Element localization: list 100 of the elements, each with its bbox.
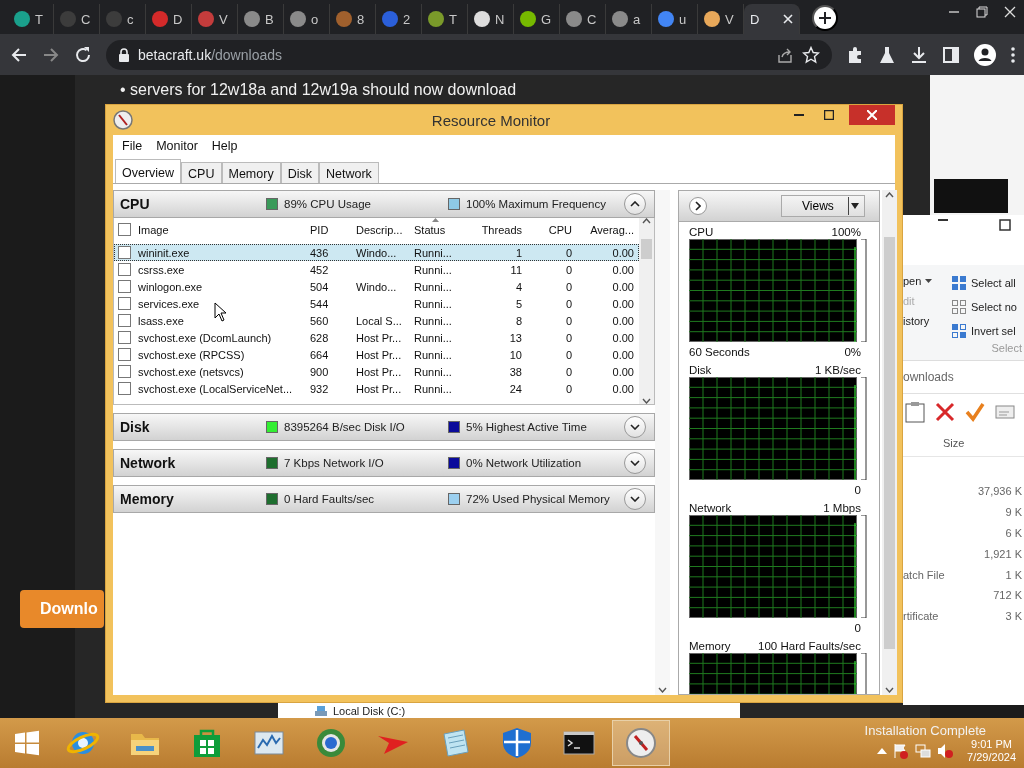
checkbox[interactable] — [118, 348, 131, 361]
tab[interactable]: Overview — [115, 159, 182, 183]
ribbon-command[interactable]: pen — [903, 275, 951, 287]
table-cell: 628 — [310, 331, 329, 344]
ribbon-command[interactable]: Select all — [951, 275, 1024, 291]
column-header[interactable]: PID — [310, 223, 329, 236]
column-header[interactable]: Threads — [481, 223, 522, 236]
table-cell: 436 — [310, 246, 329, 259]
checkbox[interactable] — [118, 331, 131, 344]
table-cell: Windo... — [356, 246, 397, 259]
side-panel-icon — [942, 45, 960, 64]
ribbon-command[interactable]: istory — [903, 315, 951, 327]
checkbox[interactable] — [118, 223, 131, 236]
checkbox[interactable] — [118, 263, 131, 276]
expand-panel-button[interactable] — [689, 197, 707, 215]
column-header[interactable]: Descrip... — [356, 223, 403, 236]
checkbox[interactable] — [118, 365, 131, 378]
show-hidden-icon — [877, 747, 888, 754]
graph-max-label: 1 Mbps — [823, 502, 861, 515]
graph-min-label: 0% — [844, 346, 861, 359]
process-row[interactable]: winlogon.exe 504 Windo... Runni... 4 0 0.00 — [114, 278, 639, 295]
column-header[interactable]: CPU — [548, 223, 572, 236]
round-logo-icon — [314, 726, 348, 760]
column-header[interactable]: Image — [138, 223, 169, 236]
checkbox[interactable] — [118, 246, 131, 259]
expand-toggle-button[interactable] — [624, 416, 646, 438]
process-row[interactable]: lsass.exe 560 Local S... Runni... 8 0 0.00 — [114, 312, 639, 329]
close-button[interactable] — [849, 105, 895, 125]
tab[interactable]: Disk — [280, 162, 319, 183]
column-header[interactable]: Status — [414, 223, 446, 236]
table-cell: Runni... — [414, 246, 452, 259]
scrollbar[interactable] — [655, 190, 670, 695]
ribbon-command[interactable]: Select no — [951, 299, 1024, 315]
scroll-thumb[interactable] — [641, 238, 652, 259]
page-text: • servers for 12w18a and 12w19a should now download — [120, 81, 517, 99]
table-cell: 0.00 — [612, 331, 634, 344]
expand-toggle-button[interactable] — [624, 488, 646, 510]
minimize-icon — [794, 114, 804, 116]
time-span-label: 60 Seconds — [689, 346, 750, 359]
ribbon-command[interactable]: Invert sel — [951, 323, 1024, 339]
tab[interactable]: CPU — [181, 162, 222, 183]
scrollbar[interactable] — [882, 190, 897, 695]
new-tab-button[interactable] — [812, 5, 838, 31]
checkbox[interactable] — [118, 297, 131, 310]
metric-label: 89% CPU Usage — [284, 198, 371, 210]
clock-time: 9:01 PM — [971, 737, 1012, 751]
process-row[interactable]: svchost.exe (netsvcs) 900 Host Pr... Runni... 38 0 0.00 — [114, 363, 639, 380]
gauge-icon — [624, 726, 658, 760]
expand-toggle-button[interactable] — [624, 452, 646, 474]
table-cell: 664 — [310, 348, 329, 361]
menu-item[interactable]: Help — [204, 138, 245, 153]
close-icon — [867, 110, 877, 120]
star-icon — [802, 45, 820, 64]
table-cell: Runni... — [414, 331, 452, 344]
menu-item[interactable]: File — [115, 138, 150, 153]
metric-label: 7 Kbps Network I/O — [284, 457, 384, 469]
table-cell: 900 — [310, 365, 329, 378]
table-cell: Host Pr... — [356, 365, 402, 378]
navigation-item[interactable]: Local Disk (C:) — [278, 703, 740, 718]
menu-item[interactable]: Monitor — [149, 138, 205, 153]
process-row[interactable]: svchost.exe (RPCSS) 664 Host Pr... Runni... 10 0 0.00 — [114, 346, 639, 363]
notification-text: Installation Complete — [864, 722, 986, 738]
mouse-cursor-icon — [214, 302, 227, 322]
file-size: 6 K — [1005, 527, 1022, 539]
table-cell: 13 — [509, 331, 522, 344]
process-row[interactable]: services.exe 544 Runni... 5 0 0.00 — [114, 295, 639, 312]
tab[interactable]: Network — [318, 162, 379, 183]
table-cell: 38 — [509, 365, 522, 378]
checkbox[interactable] — [118, 280, 131, 293]
metric-label: 8395264 B/sec Disk I/O — [284, 421, 405, 433]
section-title: Disk — [119, 419, 151, 435]
window-title: Resource Monitor — [430, 111, 552, 129]
scroll-down-icon — [642, 398, 651, 404]
views-dropdown[interactable]: Views — [781, 195, 865, 217]
muted-speaker-icon — [937, 742, 954, 759]
graph-max-label: 1 KB/sec — [814, 364, 861, 377]
process-row[interactable]: csrss.exe 452 Runni... 11 0 0.00 — [114, 261, 639, 278]
checkbox[interactable] — [118, 314, 131, 327]
checkbox[interactable] — [118, 382, 131, 395]
chevron-up-icon — [630, 201, 640, 207]
file-size: 1 K — [1005, 568, 1022, 581]
minimize-icon — [948, 11, 960, 13]
address-field[interactable]: betacraft.uk/downloads — [106, 39, 832, 70]
table-cell: winlogon.exe — [138, 280, 203, 293]
tab[interactable]: Memory — [221, 162, 281, 183]
metric-label: 72% Used Physical Memory — [466, 493, 610, 505]
column-header[interactable]: Averag... — [590, 223, 634, 236]
scrollbar[interactable] — [639, 218, 654, 404]
metric-label: 0% Network Utilization — [466, 457, 582, 469]
process-row[interactable]: svchost.exe (DcomLaunch) 628 Host Pr... Runni... 13 0 0.00 — [114, 329, 639, 346]
column-header[interactable]: Size — [943, 437, 965, 449]
expand-toggle-button[interactable] — [624, 193, 646, 215]
process-row[interactable]: svchost.exe (LocalServiceNet... 932 Host Pr... Runni... 24 0 0.00 — [114, 380, 639, 397]
table-cell: Host Pr... — [356, 331, 402, 344]
browser-tab[interactable]: D — [744, 4, 800, 34]
table-cell: Runni... — [414, 297, 452, 310]
file-size: 3 K — [1005, 610, 1022, 623]
scroll-thumb[interactable] — [884, 236, 895, 649]
process-row[interactable]: wininit.exe 436 Windo... Runni... 1 0 0.00 — [114, 244, 639, 261]
envelope-icon — [995, 404, 1015, 420]
